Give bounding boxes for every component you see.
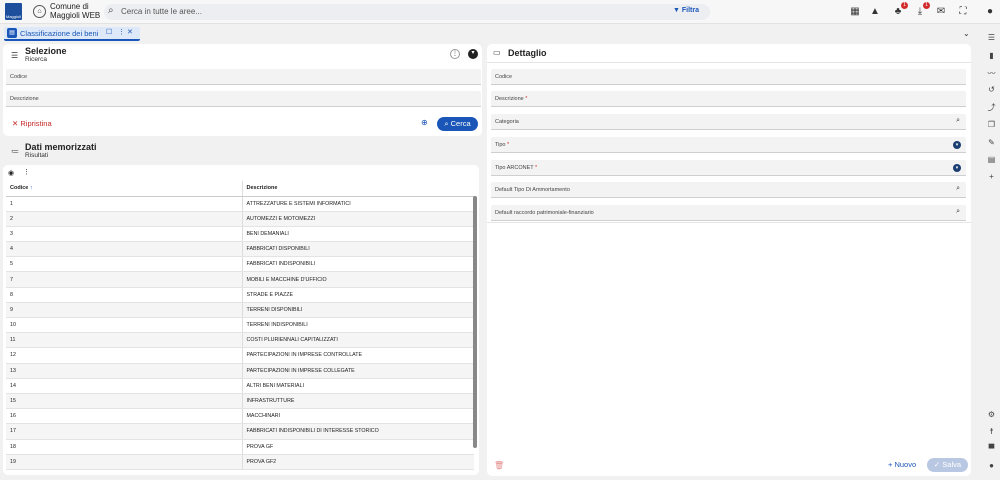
selezione-title: Selezione	[25, 46, 67, 56]
app-name: Comune di Maggioli WEB	[50, 2, 101, 20]
categoria-field[interactable]: Categoria ⌕	[491, 114, 966, 130]
search-placeholder: Cerca in tutte le aree...	[121, 7, 202, 16]
advanced-search-icon[interactable]: ⊕	[421, 118, 428, 127]
table-row[interactable]: 10 TERRENI INDISPONIBILI	[6, 317, 474, 334]
help-icon[interactable]: ●	[986, 461, 997, 470]
search-icon[interactable]: ⌕	[956, 117, 960, 125]
notifications-icon[interactable]: ♣ 1	[892, 2, 908, 18]
list-icon[interactable]: ☰	[986, 33, 997, 42]
table-row[interactable]: 19 PROVA GF2	[6, 454, 474, 470]
edit-icon[interactable]: ✎	[986, 138, 997, 147]
dettaglio-descrizione-field[interactable]: Descrizione *	[491, 91, 966, 107]
table-row[interactable]: 17 FABBRICATI INDISPONIBILI DI INTERESSE …	[6, 423, 474, 440]
table-header-row: Codice ↑ Descrizione	[6, 181, 474, 197]
more-icon[interactable]: ⋮	[118, 28, 125, 36]
sort-asc-icon: ↑	[29, 185, 33, 192]
search-icon[interactable]: ⌕	[956, 208, 960, 216]
search-icon: ⌕	[108, 5, 114, 16]
settings-icon[interactable]: ⚙	[986, 410, 997, 419]
salva-button[interactable]: ✓ Salva	[927, 458, 968, 472]
chevron-down-icon[interactable]: ⌄	[963, 29, 970, 38]
search-icon[interactable]: ⌕	[956, 185, 960, 193]
list-icon: ≔	[11, 147, 19, 156]
risultati-subtitle: Risultati	[25, 152, 49, 159]
results-table: Codice ↑ Descrizione 1 ATTREZZATURE E SIS…	[6, 181, 474, 470]
ripristina-button[interactable]: ✕ Ripristina	[12, 119, 52, 128]
right-sidebar: ☰ ▮ 〰 ↺ ⤴ ❐ ✎ ▤ + ⚙ ☨ ▀ ●	[983, 27, 1000, 480]
table-scrollbar[interactable]	[473, 196, 477, 448]
chevron-down-icon[interactable]: ▾	[953, 141, 961, 149]
table-row[interactable]: 2 AUTOMEZZI E MOTOMEZZI	[6, 211, 474, 227]
table-row[interactable]: 18 PROVA GF	[6, 439, 474, 455]
tab-bar: ▤ Classificazione dei beni ☐ ⋮ ✕	[0, 25, 1000, 43]
dettaglio-panel: ▭ Dettaglio Codice Descrizione * Categor…	[487, 44, 971, 476]
top-bar: Maggioli ⌂ Comune di Maggioli WEB ⌕ Cerc…	[0, 0, 1000, 24]
grid-menu-icon[interactable]: ⋮	[23, 168, 30, 176]
share-icon[interactable]: ⤴	[986, 102, 997, 113]
nuovo-button[interactable]: + Nuovo	[888, 460, 916, 469]
panel-icon: ▭	[493, 48, 501, 57]
table-row[interactable]: 5 FABBRICATI INDISPONIBILI	[6, 256, 474, 273]
apps-grid-icon[interactable]: ▦	[849, 6, 861, 18]
table-row[interactable]: 13 PARTECIPAZIONI IN IMPRESE COLLEGATE	[6, 363, 474, 379]
history-icon[interactable]: ↺	[986, 85, 997, 94]
add-icon[interactable]: +	[986, 172, 997, 181]
chat-icon[interactable]: ▀	[986, 444, 997, 453]
account-icon[interactable]: ●	[984, 6, 996, 18]
descrizione-field[interactable]: Descrizione	[6, 91, 481, 107]
global-search[interactable]: ⌕ Cerca in tutte le aree... ▼ Filtra	[104, 4, 710, 20]
codice-field[interactable]: Codice	[6, 69, 481, 85]
table-row[interactable]: 14 ALTRI BENI MATERIALI	[6, 378, 474, 394]
tipo-arconet-select[interactable]: Tipo ARCONET * ▾	[491, 160, 966, 176]
tipo-select[interactable]: Tipo * ▾	[491, 137, 966, 153]
table-row[interactable]: 11 COSTI PLURIENNALI CAPITALIZZATI	[6, 332, 474, 349]
delete-icon[interactable]: 🗑	[494, 461, 504, 470]
eye-icon[interactable]: ◉	[8, 169, 14, 177]
filter-list-icon: ☰	[11, 51, 19, 60]
more-options-icon[interactable]: ⋮	[450, 49, 460, 59]
table-row[interactable]: 4 FABBRICATI DISPONIBILI	[6, 241, 474, 258]
tab-classificazione[interactable]: ▤ Classificazione dei beni ☐ ⋮ ✕	[4, 27, 140, 41]
pin-icon[interactable]: ☐	[106, 28, 112, 36]
accessibility-icon[interactable]: ☨	[986, 427, 997, 436]
column-codice[interactable]: Codice ↑	[6, 181, 243, 197]
download-icon[interactable]: ⤓ 1	[914, 2, 930, 18]
home-icon[interactable]: ⌂	[33, 5, 46, 18]
default-raccordo-field[interactable]: Default raccordo patrimoniale-finanziari…	[491, 205, 966, 221]
table-row[interactable]: 3 BENI DEMANIALI	[6, 226, 474, 243]
divider	[487, 62, 971, 63]
table-row[interactable]: 12 PARTECIPAZIONI IN IMPRESE CONTROLLATE	[6, 347, 474, 364]
mail-icon[interactable]: ✉	[935, 6, 947, 18]
fullscreen-icon[interactable]: ⛶	[957, 6, 969, 18]
chart-line-icon[interactable]: 〰	[986, 68, 997, 79]
selezione-panel: ☰ Selezione Ricerca ⋮ ▾ Codice Descrizio…	[3, 44, 482, 136]
warning-icon[interactable]: ▲	[869, 6, 881, 18]
collapse-icon[interactable]: ▾	[468, 49, 478, 59]
dettaglio-title: Dettaglio	[508, 48, 547, 58]
divider	[487, 222, 971, 223]
chevron-down-icon[interactable]: ▾	[953, 164, 961, 172]
table-row[interactable]: 7 MOBILI E MACCHINE D'UFFICIO	[6, 271, 474, 288]
table-row[interactable]: 1 ATTREZZATURE E SISTEMI INFORMATICI	[6, 196, 474, 212]
module-icon: ▤	[7, 28, 17, 38]
column-descrizione[interactable]: Descrizione	[242, 181, 474, 197]
filter-button[interactable]: ▼ Filtra	[673, 7, 699, 14]
risultati-title: Dati memorizzati	[25, 142, 97, 152]
close-tab-icon[interactable]: ✕	[127, 28, 133, 36]
book-icon[interactable]: ▮	[986, 51, 997, 60]
table-row[interactable]: 8 STRADE E PIAZZE	[6, 287, 474, 303]
dettaglio-codice-field[interactable]: Codice	[491, 69, 966, 85]
selezione-subtitle: Ricerca	[25, 56, 48, 63]
document-icon[interactable]: ▤	[986, 155, 997, 164]
copy-icon[interactable]: ❐	[986, 120, 997, 129]
cerca-button[interactable]: ⌕ Cerca	[437, 117, 478, 131]
table-row[interactable]: 16 MACCHINARI	[6, 408, 474, 425]
maggioli-logo[interactable]: Maggioli	[5, 3, 22, 20]
default-ammortamento-field[interactable]: Default Tipo Di Ammortamento ⌕	[491, 182, 966, 198]
table-row[interactable]: 9 TERRENI DISPONIBILI	[6, 302, 474, 319]
table-row[interactable]: 15 INFRASTRUTTURE	[6, 393, 474, 410]
